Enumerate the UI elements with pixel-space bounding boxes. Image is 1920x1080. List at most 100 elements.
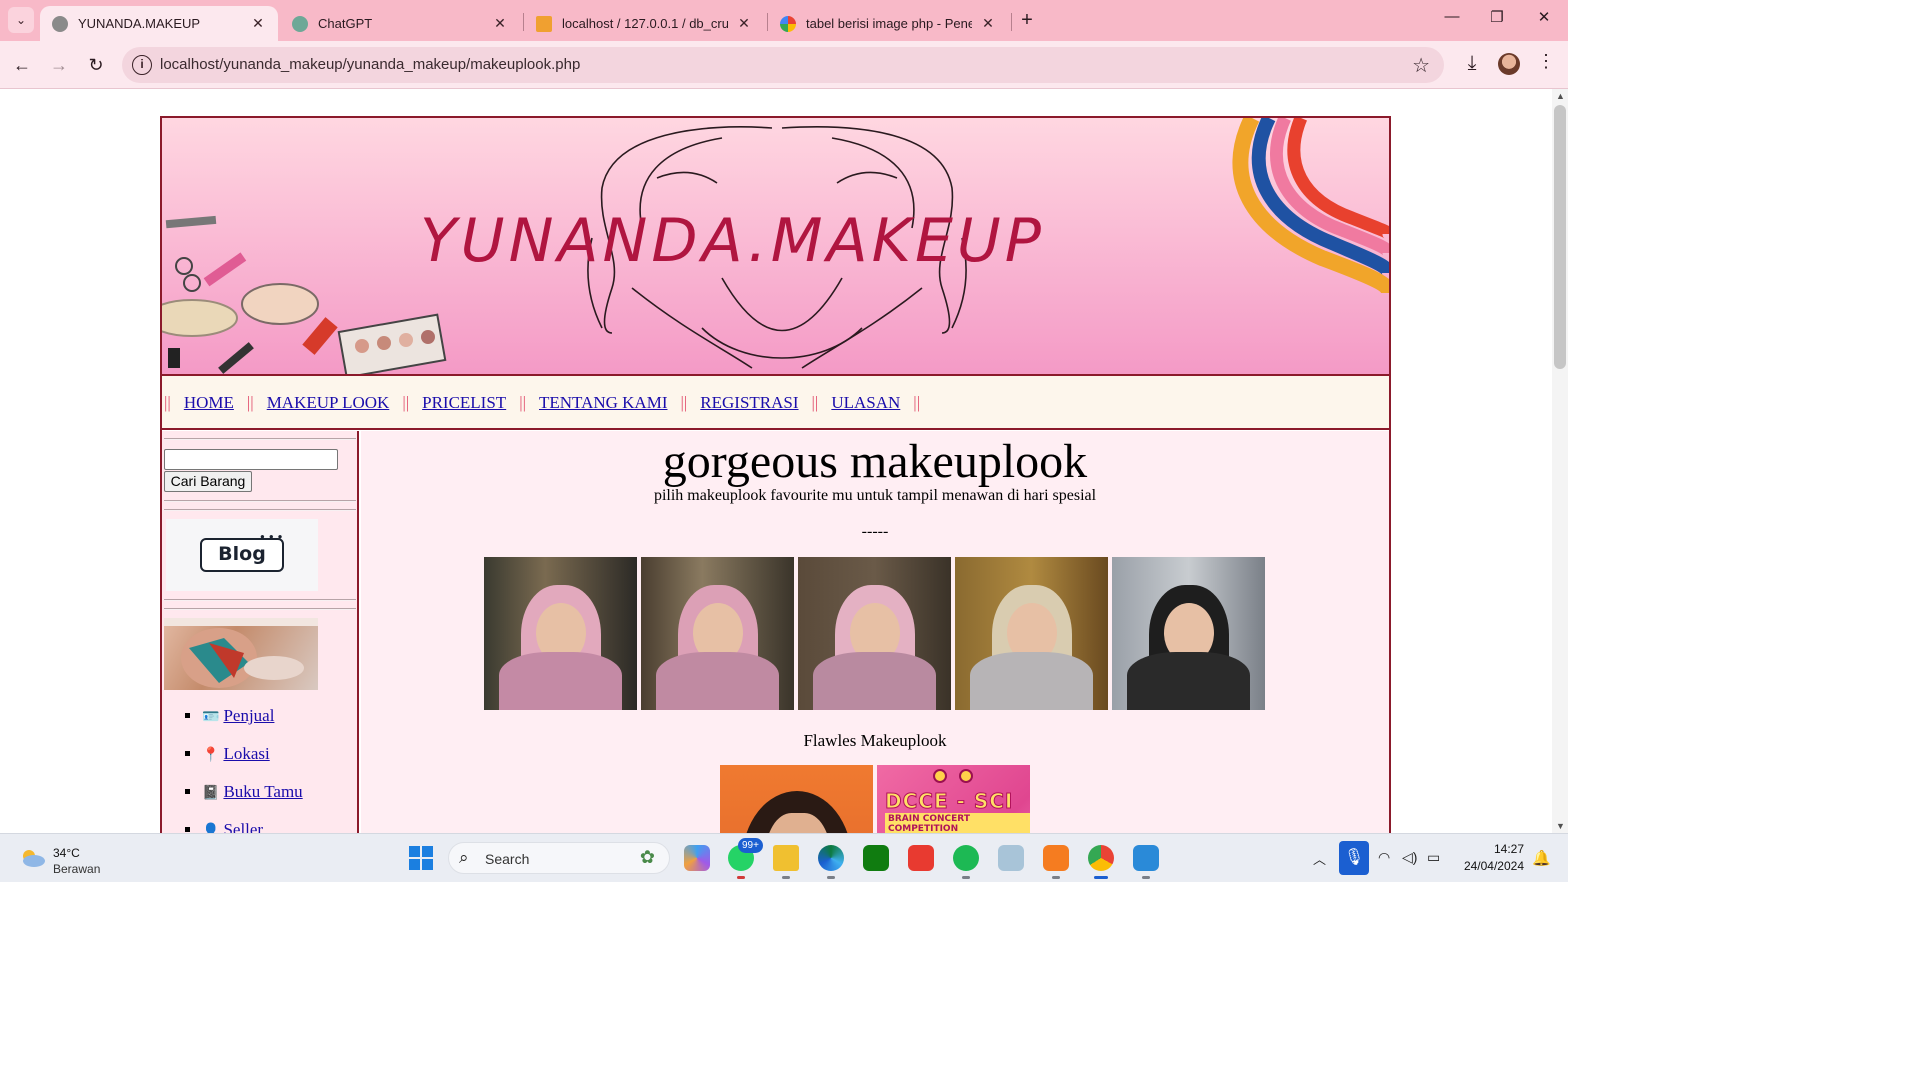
- tab-google-search[interactable]: tabel berisi image php - Penelu ✕: [768, 6, 1008, 41]
- nav-item-registrasi: || REGISTRASI: [680, 393, 811, 413]
- nav-link-ulasan[interactable]: ULASAN: [831, 393, 900, 413]
- download-icon[interactable]: ⤓: [1461, 52, 1483, 75]
- site-info-icon[interactable]: i: [132, 55, 152, 75]
- nav-separator: ||: [246, 393, 254, 412]
- forward-arrow-icon[interactable]: →: [47, 53, 71, 77]
- reload-icon[interactable]: ↻: [84, 53, 108, 77]
- clock-time[interactable]: 14:27: [1480, 842, 1524, 856]
- app-icon[interactable]: [998, 845, 1024, 871]
- page-subtitle: pilih makeuplook favourite mu untuk tamp…: [653, 487, 1097, 504]
- weather-temperature[interactable]: 34°C: [53, 846, 80, 860]
- profile-avatar[interactable]: [1498, 53, 1520, 75]
- sidebar-link-lokasi[interactable]: Lokasi: [223, 744, 269, 763]
- close-icon[interactable]: ✕: [980, 15, 996, 32]
- search-button[interactable]: Cari Barang: [164, 471, 252, 492]
- makeup-look-photo[interactable]: [484, 557, 637, 710]
- makeup-items-art: [162, 215, 447, 374]
- url-text[interactable]: localhost/yunanda_makeup/yunanda_makeup/…: [160, 56, 580, 73]
- tab-yunanda-makeup[interactable]: YUNANDA.MAKEUP ✕: [40, 6, 278, 41]
- photo-outfit: [656, 651, 779, 710]
- sidebar: Cari Barang ● ● ● Blog 🪪Penjual: [162, 431, 359, 833]
- nav-link-registrasi[interactable]: REGISTRASI: [700, 393, 798, 413]
- header-banner: YUNANDA.MAKEUP: [162, 118, 1389, 376]
- sidebar-link-penjual[interactable]: Penjual: [223, 706, 274, 725]
- facemask-art: [164, 618, 318, 688]
- kebab-menu-icon[interactable]: ⋮: [1537, 51, 1555, 72]
- scroll-thumb[interactable]: [1554, 105, 1566, 369]
- makeup-look-photo[interactable]: [1112, 557, 1265, 710]
- notification-bell-icon[interactable]: 🔔: [1532, 849, 1551, 867]
- makeup-look-photo[interactable]: [641, 557, 794, 710]
- edge-icon[interactable]: [818, 845, 844, 871]
- app-indicator: [1052, 876, 1060, 879]
- search-input[interactable]: [164, 449, 338, 470]
- tab-search-chevron-icon[interactable]: ⌄: [8, 7, 34, 33]
- restore-icon[interactable]: ❐: [1482, 8, 1512, 26]
- sidebar-link-seller[interactable]: Seller: [223, 820, 263, 833]
- bookmark-star-icon[interactable]: ☆: [1412, 53, 1430, 78]
- page-viewport: YUNANDA.MAKEUP || HOME || MAKEUP LOOK || PR…: [0, 89, 1552, 833]
- close-icon[interactable]: ✕: [492, 15, 508, 32]
- close-icon[interactable]: ✕: [736, 15, 752, 32]
- nav-link-pricelist[interactable]: PRICELIST: [422, 393, 506, 413]
- weather-description[interactable]: Berawan: [53, 862, 100, 876]
- microphone-icon[interactable]: 🎙: [1339, 841, 1369, 875]
- tab-title: YUNANDA.MAKEUP: [78, 16, 201, 31]
- scroll-down-arrow-icon[interactable]: ▼: [1556, 821, 1565, 831]
- back-arrow-icon[interactable]: ←: [10, 53, 34, 77]
- tab-chatgpt[interactable]: ChatGPT ✕: [280, 6, 520, 41]
- poster-title: DCCE - SCI: [884, 789, 1014, 814]
- xbox-icon[interactable]: [863, 845, 889, 871]
- address-bar[interactable]: i localhost/yunanda_makeup/yunanda_makeu…: [122, 47, 1444, 83]
- copilot-icon[interactable]: [684, 845, 710, 871]
- xampp-icon[interactable]: [1043, 845, 1069, 871]
- tab-phpmyadmin[interactable]: localhost / 127.0.0.1 / db_crud / ✕: [524, 6, 764, 41]
- nav-link-makeup-look[interactable]: MAKEUP LOOK: [267, 393, 390, 413]
- clock-date[interactable]: 24/04/2024: [1456, 859, 1524, 873]
- map-pin-icon: 📍: [202, 748, 220, 763]
- person-icon: 👤: [202, 824, 220, 833]
- volume-icon[interactable]: ◁): [1402, 849, 1417, 866]
- blog-image[interactable]: ● ● ● Blog: [166, 519, 318, 591]
- site-frame: YUNANDA.MAKEUP || HOME || MAKEUP LOOK || PR…: [160, 116, 1391, 833]
- sidebar-item-penjual: 🪪Penjual: [202, 706, 303, 744]
- tab-title: ChatGPT: [318, 16, 373, 31]
- nav-item-ulasan: || ULASAN: [812, 393, 914, 413]
- cloud-weather-icon[interactable]: [18, 848, 46, 868]
- new-tab-plus-icon[interactable]: +: [1016, 9, 1038, 32]
- tray-overflow-chevron-icon[interactable]: ︿: [1313, 849, 1326, 868]
- event-poster[interactable]: DCCE - SCI BRAIN CONCERT COMPETITION: [877, 765, 1030, 833]
- page-scrollbar[interactable]: ▲ ▼: [1552, 89, 1568, 833]
- vscode-icon[interactable]: [1133, 845, 1159, 871]
- file-explorer-icon[interactable]: [773, 845, 799, 871]
- window-close-icon[interactable]: ✕: [1529, 8, 1559, 26]
- nav-link-home[interactable]: HOME: [184, 393, 234, 413]
- tab-strip: ⌄ YUNANDA.MAKEUP ✕ ChatGPT ✕ localhost /…: [0, 0, 1568, 41]
- flawless-look-photo[interactable]: [720, 765, 873, 833]
- sidebar-divider: [164, 438, 356, 440]
- taskbar-search[interactable]: ⌕ Search ✿: [448, 842, 670, 874]
- nav-item-makeup-look: || MAKEUP LOOK: [247, 393, 402, 413]
- tab-title: tabel berisi image php - Penelu: [806, 16, 972, 31]
- nav-separator: ||: [402, 393, 410, 412]
- app-indicator: [782, 876, 790, 879]
- nav-separator: ||: [519, 393, 526, 412]
- scroll-up-arrow-icon[interactable]: ▲: [1556, 91, 1565, 101]
- wps-office-icon[interactable]: [908, 845, 934, 871]
- page-title: gorgeous makeuplook: [662, 435, 1088, 488]
- chrome-icon[interactable]: [1088, 845, 1114, 871]
- windows-start-icon[interactable]: [409, 846, 433, 870]
- makeup-look-photo[interactable]: [955, 557, 1108, 710]
- sidebar-divider: [164, 599, 356, 601]
- sidebar-link-buku-tamu[interactable]: Buku Tamu: [223, 782, 302, 801]
- wifi-icon[interactable]: ◠: [1378, 849, 1390, 866]
- minimize-icon[interactable]: —: [1437, 8, 1467, 25]
- makeup-look-photo[interactable]: [798, 557, 951, 710]
- nav-link-tentang-kami[interactable]: TENTANG KAMI: [539, 393, 667, 413]
- spotify-icon[interactable]: [953, 845, 979, 871]
- app-indicator: [737, 876, 745, 879]
- close-icon[interactable]: ✕: [250, 15, 266, 32]
- battery-icon[interactable]: ▭: [1427, 849, 1440, 866]
- main-content: gorgeous makeuplook pilih makeuplook fav…: [361, 431, 1389, 833]
- google-icon: [780, 15, 796, 32]
